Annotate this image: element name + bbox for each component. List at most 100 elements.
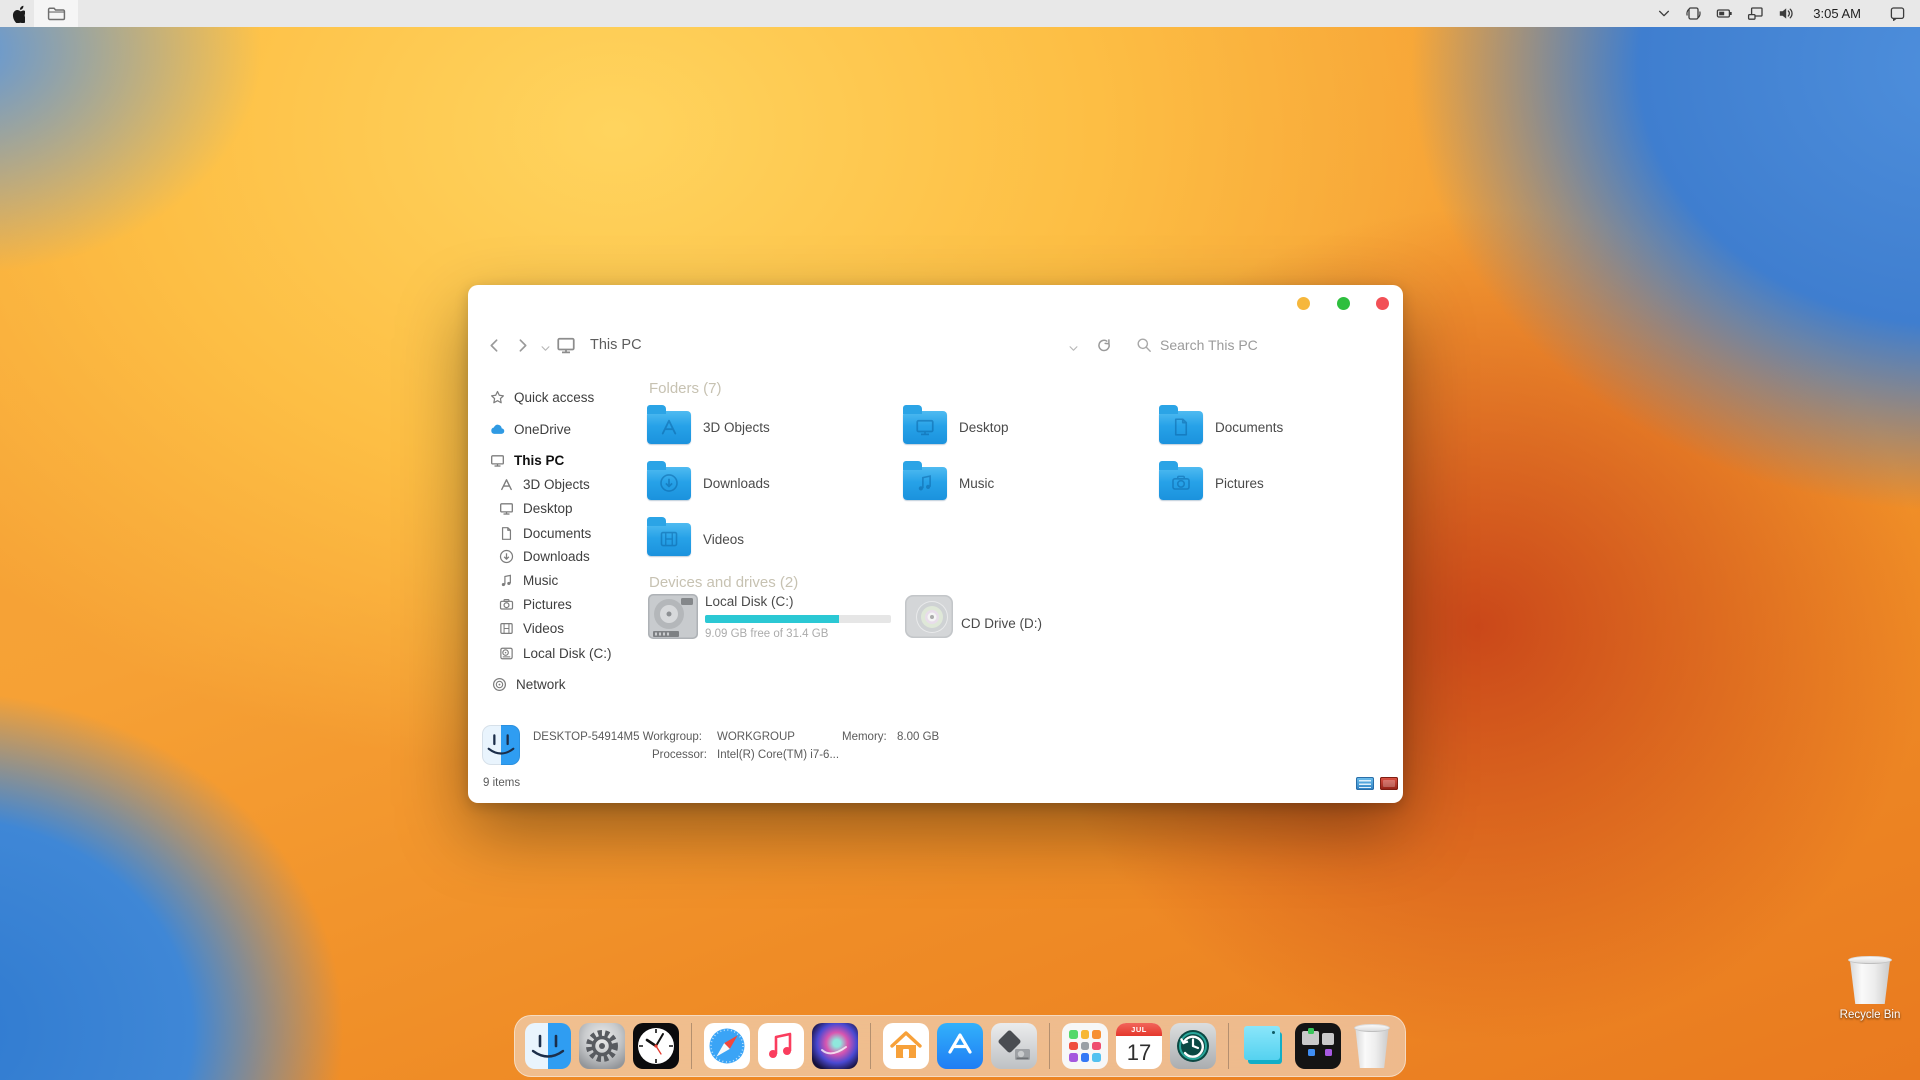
- history-chevron-icon[interactable]: [540, 341, 551, 352]
- back-button[interactable]: [486, 337, 503, 354]
- desktop: 3:05 AM This PC Search This PC Quick acc…: [0, 0, 1920, 1080]
- sidebar-item-this-pc[interactable]: This PC: [490, 449, 564, 471]
- folders-group-header[interactable]: Folders (7): [649, 380, 722, 397]
- recycle-bin-label: Recycle Bin: [1832, 1009, 1908, 1021]
- sidebar-item-videos[interactable]: Videos: [499, 617, 564, 639]
- dock-home-icon[interactable]: [883, 1023, 929, 1069]
- menu-bar: 3:05 AM: [0, 0, 1920, 27]
- dock-boot-camp-icon[interactable]: [991, 1023, 1037, 1069]
- sidebar-item-3d-objects[interactable]: 3D Objects: [499, 473, 590, 495]
- sidebar-item-network[interactable]: Network: [492, 673, 566, 695]
- address-dropdown-chevron-icon[interactable]: [1068, 341, 1079, 352]
- download-icon: [499, 549, 514, 564]
- traffic-light-zoom[interactable]: [1337, 297, 1350, 310]
- active-app-file-explorer[interactable]: [34, 0, 78, 27]
- notification-center-icon[interactable]: [1889, 5, 1906, 22]
- this-pc-icon: [556, 335, 576, 355]
- hard-drive-icon: [647, 593, 699, 640]
- hidden-icons-chevron-icon[interactable]: [1657, 5, 1671, 22]
- file-explorer-window: This PC Search This PC Quick access OneD…: [468, 285, 1403, 803]
- network-globe-icon: [492, 677, 507, 692]
- dock-system-settings-icon[interactable]: [579, 1023, 625, 1069]
- search-icon: [1136, 337, 1152, 353]
- stickies-note: [1244, 1026, 1280, 1060]
- dock-divider: [1228, 1023, 1229, 1069]
- thumbnails-view-button[interactable]: [1380, 777, 1398, 790]
- dock: A JUL 17: [514, 1015, 1406, 1077]
- sidebar-item-downloads[interactable]: Downloads: [499, 545, 590, 567]
- apple-menu-icon[interactable]: [0, 0, 34, 27]
- folder-tile-videos[interactable]: Videos: [647, 515, 897, 565]
- folder-icon-pictures: [1159, 467, 1203, 500]
- battery-icon[interactable]: [1716, 5, 1733, 22]
- dock-divider: [870, 1023, 871, 1069]
- volume-icon[interactable]: [1778, 5, 1795, 22]
- launchpad-grid: [1069, 1030, 1101, 1062]
- sidebar-item-quick-access[interactable]: Quick access: [490, 386, 594, 408]
- dock-trash-icon[interactable]: [1349, 1023, 1395, 1069]
- sidebar-item-documents[interactable]: Documents: [499, 522, 591, 544]
- dock-divider: [1049, 1023, 1050, 1069]
- devices-group-header[interactable]: Devices and drives (2): [649, 574, 798, 591]
- calendar-month: JUL: [1116, 1023, 1162, 1036]
- folder-icon-3d-objects: [647, 411, 691, 444]
- folder-tile-music[interactable]: Music: [903, 459, 1153, 509]
- folder-tile-desktop[interactable]: Desktop: [903, 403, 1153, 453]
- music-note-icon: [499, 573, 514, 588]
- calendar-day: 17: [1116, 1036, 1162, 1069]
- dock-finder-icon[interactable]: [525, 1023, 571, 1069]
- sidebar-item-onedrive[interactable]: OneDrive: [490, 418, 571, 440]
- sidebar-item-pictures[interactable]: Pictures: [499, 593, 572, 615]
- search-input[interactable]: Search This PC: [1160, 337, 1258, 353]
- dock-time-machine-icon[interactable]: [1170, 1023, 1216, 1069]
- sidebar-item-local-disk[interactable]: Local Disk (C:): [499, 642, 612, 664]
- dock-clock-icon[interactable]: [633, 1023, 679, 1069]
- dock-launchpad-icon[interactable]: [1062, 1023, 1108, 1069]
- folder-icon-music: [903, 467, 947, 500]
- dock-music-icon[interactable]: [758, 1023, 804, 1069]
- cloud-icon: [490, 422, 505, 437]
- clock-time[interactable]: 3:05 AM: [1813, 6, 1861, 21]
- hard-disk-icon: [499, 646, 514, 661]
- sidebar-item-desktop[interactable]: Desktop: [499, 497, 573, 519]
- items-count: 9 items: [483, 777, 520, 789]
- dock-safari-icon[interactable]: [704, 1023, 750, 1069]
- dock-calendar-icon[interactable]: JUL 17: [1116, 1023, 1162, 1069]
- traffic-light-close[interactable]: [1376, 297, 1389, 310]
- details-view-button[interactable]: [1356, 777, 1374, 790]
- folder-tile-downloads[interactable]: Downloads: [647, 459, 897, 509]
- dock-app-store-icon[interactable]: A: [937, 1023, 983, 1069]
- folder-tile-documents[interactable]: Documents: [1159, 403, 1409, 453]
- dock-stickies-icon[interactable]: [1241, 1023, 1287, 1069]
- computer-name: DESKTOP-54914M5: [533, 731, 640, 743]
- dock-siri-icon[interactable]: [812, 1023, 858, 1069]
- recycle-bin[interactable]: Recycle Bin: [1832, 956, 1908, 1021]
- breadcrumb[interactable]: This PC: [590, 337, 642, 353]
- refresh-icon[interactable]: [1096, 337, 1112, 353]
- drive-tile-local-disk[interactable]: Local Disk (C:) 9.09 GB free of 31.4 GB: [647, 590, 897, 646]
- sidebar-item-music[interactable]: Music: [499, 569, 558, 591]
- forward-button[interactable]: [514, 337, 531, 354]
- dock-mission-control-icon[interactable]: [1295, 1023, 1341, 1069]
- network-icon[interactable]: [1747, 5, 1764, 22]
- folder-tile-pictures[interactable]: Pictures: [1159, 459, 1409, 509]
- traffic-light-minimize[interactable]: [1297, 297, 1310, 310]
- monitor-icon: [490, 453, 505, 468]
- workgroup-label: Workgroup:: [643, 731, 702, 743]
- folder-tile-3d-objects[interactable]: 3D Objects: [647, 403, 897, 453]
- camera-icon: [499, 597, 514, 612]
- workgroup-value: WORKGROUP: [717, 731, 795, 743]
- document-icon: [499, 526, 514, 541]
- star-icon: [490, 390, 505, 405]
- disk-usage-bar: [705, 615, 891, 623]
- memory-value: 8.00 GB: [897, 731, 939, 743]
- finder-icon: [482, 725, 520, 765]
- folder-icon-documents: [1159, 411, 1203, 444]
- film-icon: [499, 621, 514, 636]
- sync-update-icon[interactable]: [1685, 5, 1702, 22]
- folder-icon-downloads: [647, 467, 691, 500]
- drive-tile-cd[interactable]: CD Drive (D:): [903, 590, 1123, 646]
- desktop-icon: [499, 501, 514, 516]
- folder-icon-videos: [647, 523, 691, 556]
- cd-drive-icon: [903, 593, 955, 640]
